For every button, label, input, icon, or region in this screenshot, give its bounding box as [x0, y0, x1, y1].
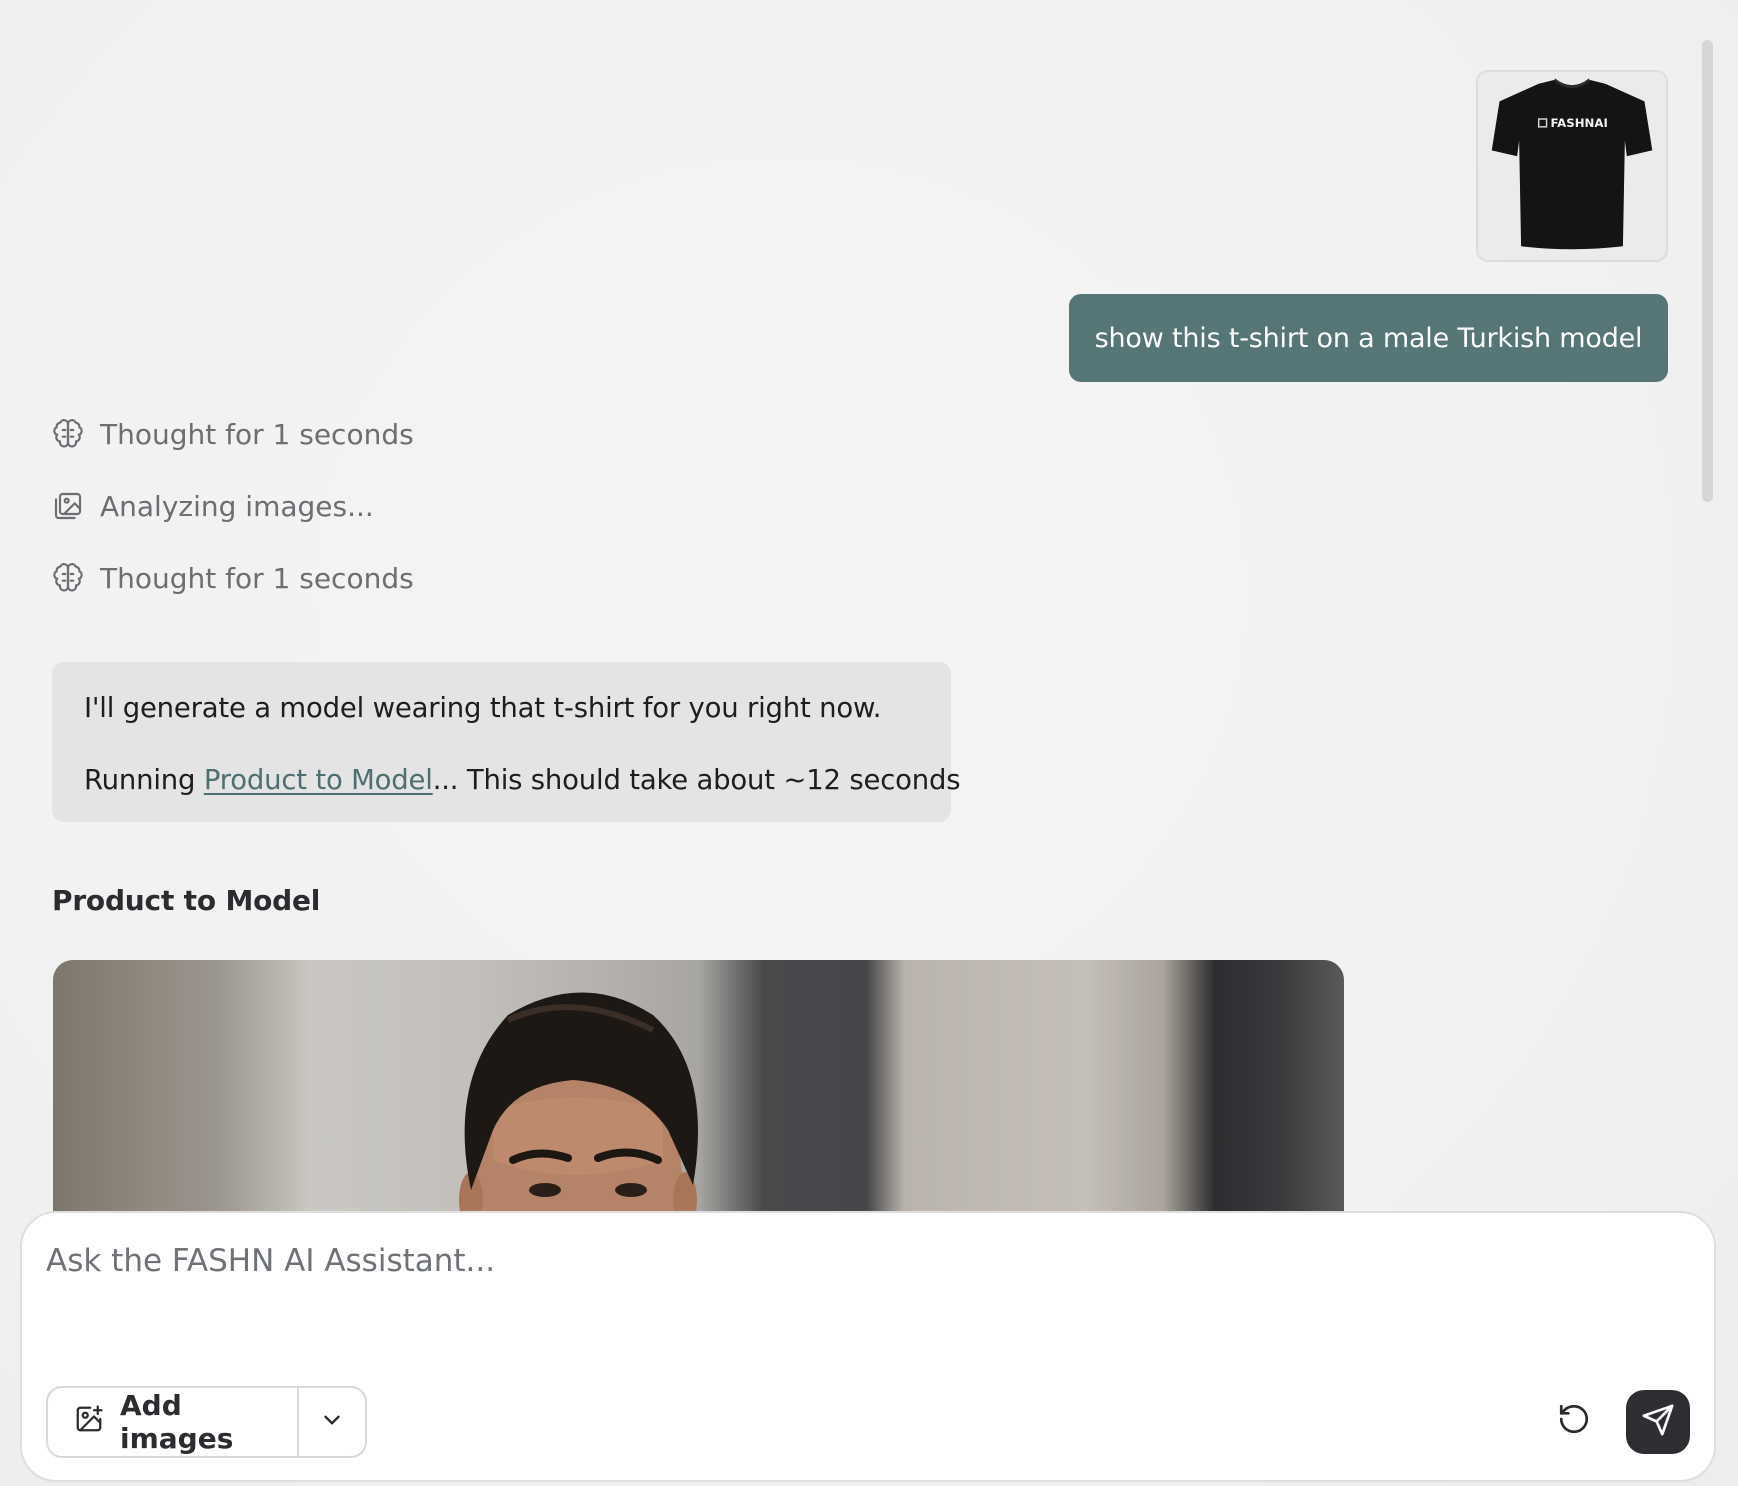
generated-model-image[interactable]	[53, 960, 1344, 1225]
running-suffix: ... This should take about ~12 seconds	[432, 764, 961, 796]
result-section-title: Product to Model	[52, 884, 321, 917]
send-button[interactable]	[1626, 1390, 1690, 1454]
rotate-ccw-icon	[1557, 1402, 1591, 1440]
images-icon	[52, 490, 84, 522]
add-images-dropdown-toggle[interactable]	[299, 1388, 365, 1456]
user-message-text: show this t-shirt on a male Turkish mode…	[1094, 322, 1643, 354]
user-attached-image[interactable]: FASHNAI	[1476, 70, 1668, 262]
image-plus-icon	[74, 1404, 104, 1441]
assistant-message-line-1: I'll generate a model wearing that t-shi…	[84, 692, 882, 724]
assistant-message-bubble: I'll generate a model wearing that t-shi…	[52, 662, 961, 822]
tshirt-thumbnail-icon: FASHNAI	[1478, 72, 1666, 260]
status-step-label: Analyzing images...	[100, 489, 374, 523]
status-step-label: Thought for 1 seconds	[100, 561, 414, 595]
tshirt-logo-text: FASHNAI	[1550, 116, 1607, 130]
add-images-label: Add images	[120, 1389, 234, 1455]
status-step-thought-1: Thought for 1 seconds	[52, 412, 414, 456]
status-step-label: Thought for 1 seconds	[100, 417, 414, 451]
running-prefix: Running	[84, 764, 204, 796]
chat-input[interactable]	[46, 1243, 1686, 1333]
status-step-analyzing: Analyzing images...	[52, 484, 374, 528]
send-icon	[1641, 1403, 1675, 1441]
assistant-message-line-2: Running Product to Model... This should …	[84, 762, 961, 798]
user-message-bubble: show this t-shirt on a male Turkish mode…	[1069, 294, 1668, 382]
brain-icon	[52, 562, 84, 594]
product-to-model-link[interactable]: Product to Model	[204, 764, 433, 796]
add-images-button[interactable]: Add images	[48, 1388, 299, 1456]
status-step-thought-2: Thought for 1 seconds	[52, 556, 414, 600]
scrollbar[interactable]	[1702, 40, 1713, 502]
reset-conversation-button[interactable]	[1552, 1399, 1596, 1443]
chevron-down-icon	[319, 1407, 345, 1437]
add-images-group: Add images	[46, 1386, 367, 1458]
brain-icon	[52, 418, 84, 450]
chat-composer: Add images	[20, 1211, 1716, 1482]
generated-model-photo	[53, 960, 1344, 1225]
